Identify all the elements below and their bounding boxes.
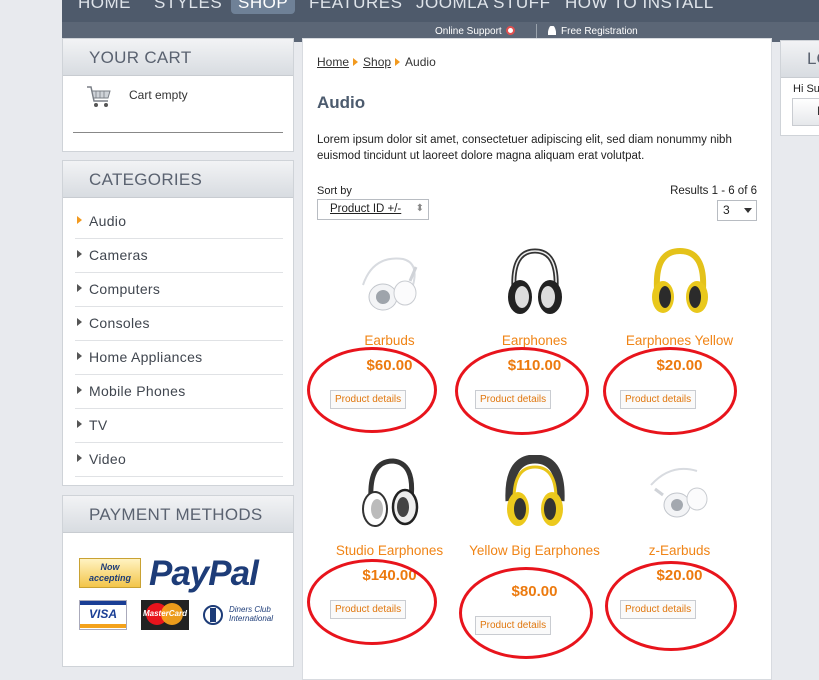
login-button[interactable]: L: [792, 98, 819, 126]
annotation-circle: [605, 561, 737, 651]
sort-label: Sort by: [317, 185, 352, 197]
cart-box-header: YOUR CART: [63, 39, 293, 76]
category-label: Computers: [89, 281, 161, 297]
category-description: Lorem ipsum dolor sit amet, consectetuer…: [317, 134, 732, 162]
arrow-right-icon: [77, 250, 82, 258]
studio-earphones-image[interactable]: [353, 455, 427, 531]
category-label: Consoles: [89, 315, 150, 331]
per-page-value: 3: [723, 203, 730, 217]
earbuds-image[interactable]: [353, 245, 427, 321]
per-page-select[interactable]: 3: [717, 200, 757, 221]
category-label: Video: [89, 451, 127, 467]
annotation-circle: [307, 559, 437, 645]
payment-methods-box: PAYMENT METHODS Now accepting PayPal VIS…: [62, 495, 294, 667]
arrow-right-icon: [77, 318, 82, 326]
main-content: Home Shop Audio Audio Lorem ipsum dolor si…: [302, 38, 772, 680]
free-registration-label: Free Registration: [561, 26, 638, 37]
category-label: TV: [89, 417, 108, 433]
arrow-right-icon: [77, 454, 82, 462]
chevron-down-icon: [744, 208, 752, 213]
earphones-image[interactable]: [498, 245, 572, 321]
arrow-right-icon: [77, 420, 82, 428]
visa-logo: VISA: [79, 600, 127, 630]
sort-select[interactable]: Product ID +/- ⬍: [317, 199, 429, 220]
category-audio[interactable]: Audio: [75, 204, 283, 239]
category-home-appliances[interactable]: Home Appliances: [75, 340, 283, 375]
login-title: LO: [807, 49, 819, 68]
breadcrumb-current: Audio: [405, 55, 436, 69]
annotation-circle: [307, 347, 437, 433]
arrow-right-icon: [77, 284, 82, 292]
mastercard-logo: MasterCard: [141, 600, 189, 630]
nav-how-to-install[interactable]: HOW TO INSTALL: [565, 0, 714, 14]
nav-styles[interactable]: STYLES: [154, 0, 222, 14]
payment-box-header: PAYMENT METHODS: [63, 496, 293, 533]
online-support-label: Online Support: [435, 26, 502, 37]
divider: [73, 132, 283, 133]
top-navigation: HOME STYLES SHOP FEATURES JOOMLA STUFF H…: [62, 0, 819, 22]
annotation-circle: [455, 347, 589, 435]
nav-features[interactable]: FEATURES: [309, 0, 402, 14]
user-icon: [548, 26, 556, 35]
page-title: Audio: [317, 93, 366, 112]
cart-box: YOUR CART Cart empty: [62, 38, 294, 152]
now-accepting-badge: Now accepting: [79, 558, 141, 588]
category-computers[interactable]: Computers: [75, 272, 283, 307]
arrow-right-icon: [77, 386, 82, 394]
mastercard-label: MasterCard: [142, 609, 187, 618]
nav-joomla-stuff[interactable]: JOOMLA STUFF: [416, 0, 550, 14]
cart-title: YOUR CART: [89, 48, 192, 67]
category-video[interactable]: Video: [75, 442, 283, 477]
yellow-headphones-image[interactable]: [643, 245, 717, 321]
sort-direction-icon: ⬍: [415, 203, 424, 214]
categories-title: CATEGORIES: [89, 170, 203, 189]
now-accepting-label: Now accepting: [88, 562, 131, 583]
category-label: Mobile Phones: [89, 383, 186, 399]
lifebuoy-icon: [505, 26, 515, 35]
arrow-right-icon: [77, 352, 82, 360]
diners-club-logo: Diners Club International: [203, 602, 283, 630]
breadcrumb-separator-icon: [353, 58, 359, 66]
breadcrumb: Home Shop Audio: [317, 55, 436, 69]
category-cameras[interactable]: Cameras: [75, 238, 283, 273]
product-name[interactable]: Studio Earphones: [317, 543, 462, 559]
category-consoles[interactable]: Consoles: [75, 306, 283, 341]
breadcrumb-separator-icon: [395, 58, 401, 66]
nav-shop[interactable]: SHOP: [231, 0, 296, 14]
category-label: Cameras: [89, 247, 148, 263]
product-name[interactable]: Yellow Big Earphones: [462, 543, 607, 559]
breadcrumb-home[interactable]: Home: [317, 55, 349, 69]
category-tv[interactable]: TV: [75, 408, 283, 443]
cart-status: Cart empty: [129, 88, 188, 102]
product-name[interactable]: z-Earbuds: [607, 543, 752, 559]
sort-value: Product ID +/-: [330, 203, 402, 215]
results-count: Results 1 - 6 of 6: [670, 185, 757, 197]
login-greeting: Hi Su: [793, 83, 819, 95]
annotation-circle: [603, 347, 737, 435]
categories-box-header: CATEGORIES: [63, 161, 293, 198]
arrow-right-icon: [77, 216, 82, 224]
category-mobile-phones[interactable]: Mobile Phones: [75, 374, 283, 409]
yellow-big-earphones-image[interactable]: [498, 455, 572, 531]
shopping-cart-icon: [87, 86, 111, 107]
product-name[interactable]: Earbuds: [317, 333, 462, 349]
product-name[interactable]: Earphones: [462, 333, 607, 349]
visa-label: VISA: [88, 607, 117, 621]
login-box: LO Hi Su L: [780, 40, 819, 136]
category-label: Home Appliances: [89, 349, 203, 365]
z-earbuds-image[interactable]: [643, 455, 717, 531]
paypal-logo: PayPal: [149, 554, 259, 593]
payment-title: PAYMENT METHODS: [89, 505, 263, 524]
category-label: Audio: [89, 213, 127, 229]
diners-club-label: Diners Club International: [229, 605, 274, 623]
breadcrumb-shop[interactable]: Shop: [363, 55, 391, 69]
nav-home[interactable]: HOME: [78, 0, 131, 14]
annotation-circle: [459, 567, 593, 659]
categories-box: CATEGORIES Audio Cameras Computers Conso…: [62, 160, 294, 486]
